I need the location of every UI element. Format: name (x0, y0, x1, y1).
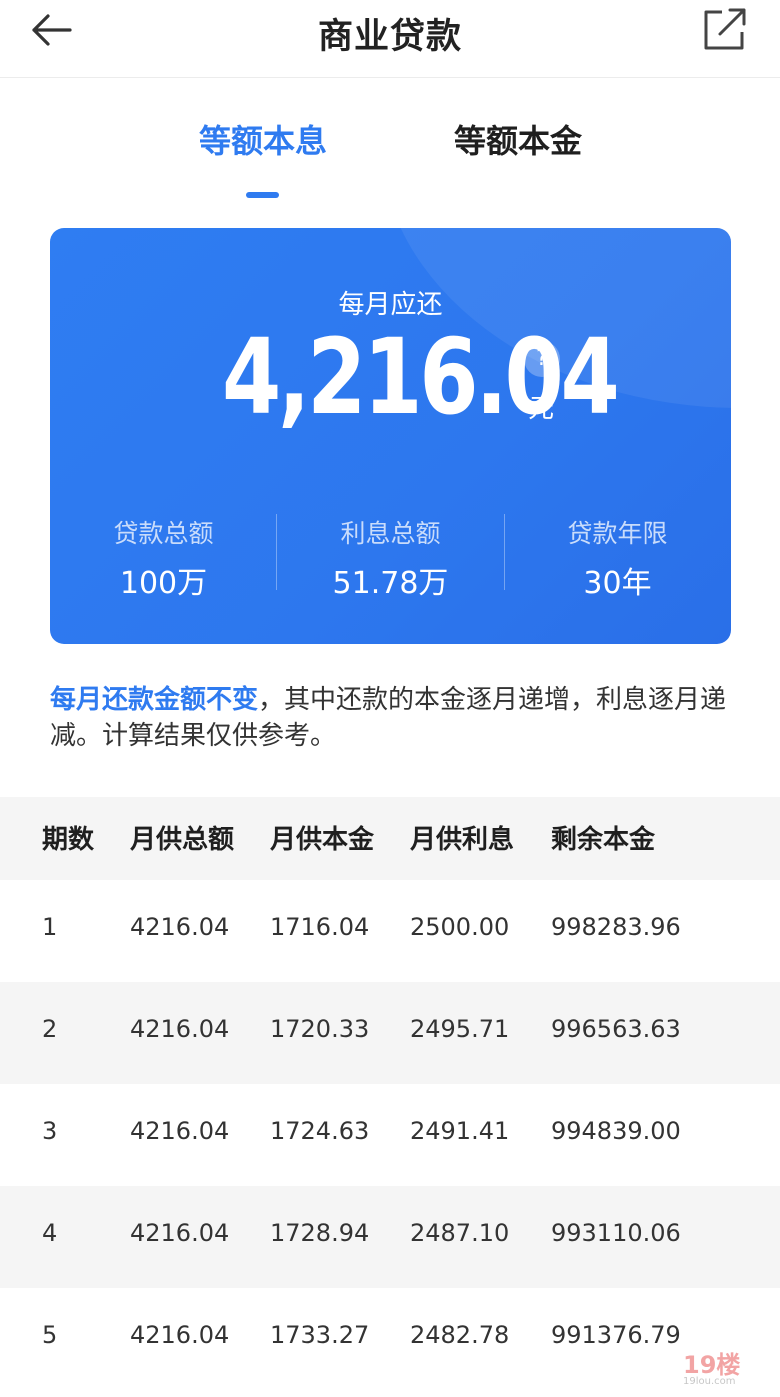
cell-monthly-interest: 2495.71 (410, 1015, 510, 1043)
cell-monthly-interest: 2500.00 (410, 913, 510, 941)
cell-remaining-principal: 998283.96 (551, 913, 681, 941)
cell-remaining-principal: 991376.79 (551, 1321, 681, 1349)
stat-loan-term: 贷款年限 30年 (504, 514, 731, 602)
cell-monthly-interest: 2487.10 (410, 1219, 510, 1247)
column-header-remaining-principal: 剩余本金 (551, 825, 656, 855)
cell-remaining-principal: 993110.06 (551, 1219, 681, 1247)
cell-period: 5 (42, 1321, 58, 1349)
stat-loan-total: 贷款总额 100万 (50, 514, 277, 602)
cell-period: 2 (42, 1015, 58, 1043)
cell-monthly-principal: 1728.94 (270, 1219, 370, 1247)
cell-monthly-total: 4216.04 (130, 1219, 230, 1247)
cell-remaining-principal: 994839.00 (551, 1117, 681, 1145)
column-header-period: 期数 (42, 825, 95, 855)
table-row: 2 4216.04 1720.33 2495.71 996563.63 (0, 982, 780, 1084)
tab-equal-installment[interactable]: 等额本息 (163, 116, 363, 162)
cell-period: 4 (42, 1219, 58, 1247)
currency-unit: 元 (528, 394, 555, 424)
cell-period: 1 (42, 913, 58, 941)
column-header-monthly-interest: 月供利息 (410, 825, 515, 855)
cell-monthly-principal: 1724.63 (270, 1117, 370, 1145)
cell-period: 3 (42, 1117, 58, 1145)
table-row: 1 4216.04 1716.04 2500.00 998283.96 (0, 880, 780, 982)
site-watermark: 19楼 19lou.com (683, 1345, 753, 1387)
column-header-monthly-principal: 月供本金 (270, 825, 375, 855)
stat-label: 利息总额 (340, 519, 441, 548)
stat-label: 贷款总额 (113, 519, 214, 548)
stat-interest-total: 利息总额 51.78万 (277, 514, 504, 602)
table-row: 5 4216.04 1733.27 2482.78 991376.79 (0, 1288, 780, 1390)
monthly-payment-amount: 4,216.04 (222, 316, 620, 438)
share-button[interactable] (700, 6, 750, 54)
repayment-table: 期数 月供总额 月供本金 月供利息 剩余本金 1 4216.04 1716.04… (0, 797, 780, 1390)
cell-monthly-total: 4216.04 (130, 1321, 230, 1349)
watermark-text: 19楼 (683, 1351, 741, 1379)
cell-monthly-total: 4216.04 (130, 1117, 230, 1145)
share-external-icon (704, 8, 746, 50)
stat-value: 100万 (119, 566, 208, 601)
cell-monthly-principal: 1733.27 (270, 1321, 370, 1349)
table-row: 4 4216.04 1728.94 2487.10 993110.06 (0, 1186, 780, 1288)
cell-monthly-principal: 1720.33 (270, 1015, 370, 1043)
note-highlight: 每月还款金额不变 (50, 685, 259, 715)
active-tab-indicator (246, 192, 279, 198)
cell-monthly-principal: 1716.04 (270, 913, 370, 941)
table-header: 期数 月供总额 月供本金 月供利息 剩余本金 (0, 797, 780, 880)
repayment-note: 每月还款金额不变，其中还款的本金逐月递增，利息逐月递减。计算结果仅供参考。 (50, 682, 740, 754)
cell-monthly-interest: 2482.78 (410, 1321, 510, 1349)
stat-value: 30年 (583, 566, 652, 601)
cell-monthly-interest: 2491.41 (410, 1117, 510, 1145)
stat-label: 贷款年限 (567, 519, 668, 548)
stat-value: 51.78万 (332, 566, 449, 601)
top-bar: 商业贷款 (0, 0, 780, 78)
help-icon[interactable]: ? (524, 341, 560, 377)
summary-card: 每月应还 4,216.04 ? 元 贷款总额 100万 利息总额 51.78万 … (50, 228, 731, 644)
watermark-subtext: 19lou.com (683, 1376, 736, 1387)
cell-remaining-principal: 996563.63 (551, 1015, 681, 1043)
tab-equal-principal[interactable]: 等额本金 (418, 116, 618, 162)
column-header-monthly-total: 月供总额 (130, 825, 235, 855)
table-row: 3 4216.04 1724.63 2491.41 994839.00 (0, 1084, 780, 1186)
cell-monthly-total: 4216.04 (130, 1015, 230, 1043)
page-title: 商业贷款 (317, 17, 462, 57)
repayment-method-tabs: 等额本息 等额本金 (0, 100, 780, 210)
cell-monthly-total: 4216.04 (130, 913, 230, 941)
